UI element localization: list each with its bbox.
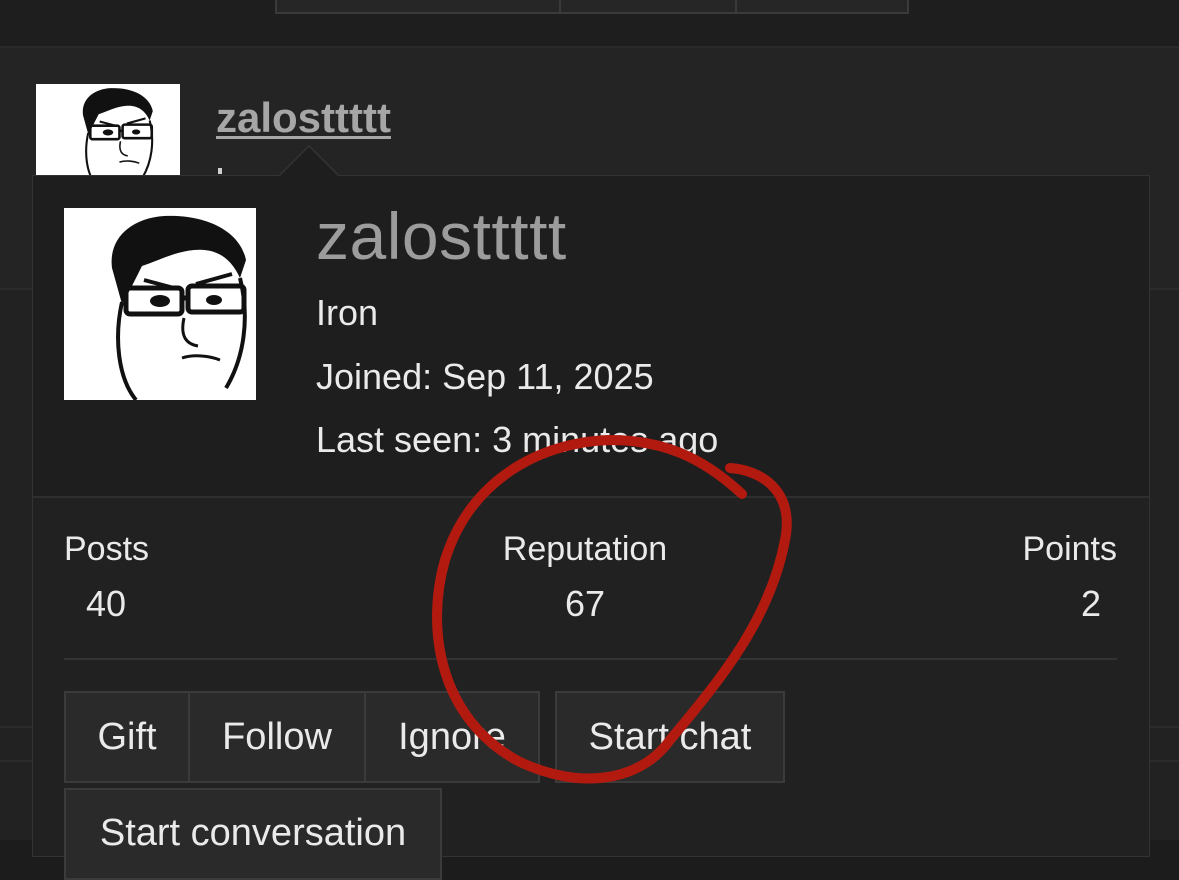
stats-divider xyxy=(64,658,1117,660)
top-button-1[interactable] xyxy=(275,0,561,14)
top-strip xyxy=(0,0,1179,48)
post-text-stub xyxy=(218,168,222,174)
member-tooltip-header: zalosttttt Iron Joined: Sep 11, 2025 Las… xyxy=(33,176,1149,498)
popup-arrow-inner xyxy=(280,147,338,176)
avatar-icon xyxy=(64,208,256,400)
member-user-title: Iron xyxy=(316,292,379,333)
top-button-3[interactable] xyxy=(737,0,909,14)
stat-points[interactable]: Points 2 xyxy=(1023,530,1118,625)
member-last-seen: Last seen: 3 minutes ago xyxy=(316,419,719,460)
member-avatar[interactable] xyxy=(64,208,256,400)
stat-reputation-label: Reputation xyxy=(502,530,668,568)
ignore-button[interactable]: Ignore xyxy=(366,691,540,783)
stat-reputation[interactable]: Reputation 67 xyxy=(499,530,671,625)
stat-points-label: Points xyxy=(1022,530,1118,568)
top-button-group xyxy=(275,0,909,14)
follow-button[interactable]: Follow xyxy=(190,691,366,783)
avatar-icon xyxy=(58,84,158,184)
stat-posts[interactable]: Posts 40 xyxy=(64,530,149,625)
member-joined-date: Joined: Sep 11, 2025 xyxy=(316,356,654,397)
stat-posts-value: 40 xyxy=(86,583,127,624)
start-chat-button[interactable]: Start chat xyxy=(555,691,785,783)
member-username[interactable]: zalosttttt xyxy=(316,198,567,274)
gift-button[interactable]: Gift xyxy=(64,691,190,783)
stat-points-value: 2 xyxy=(1080,583,1101,624)
member-action-buttons: Gift Follow Ignore Start chat xyxy=(64,691,785,783)
start-conversation-button[interactable]: Start conversation xyxy=(64,788,442,880)
top-button-2[interactable] xyxy=(561,0,737,14)
stat-posts-label: Posts xyxy=(64,530,150,568)
post-username-link[interactable]: zalosttttt xyxy=(216,94,391,142)
stat-reputation-value: 67 xyxy=(564,583,606,624)
member-tooltip-card: zalosttttt Iron Joined: Sep 11, 2025 Las… xyxy=(32,175,1150,880)
post-avatar[interactable] xyxy=(36,84,180,184)
